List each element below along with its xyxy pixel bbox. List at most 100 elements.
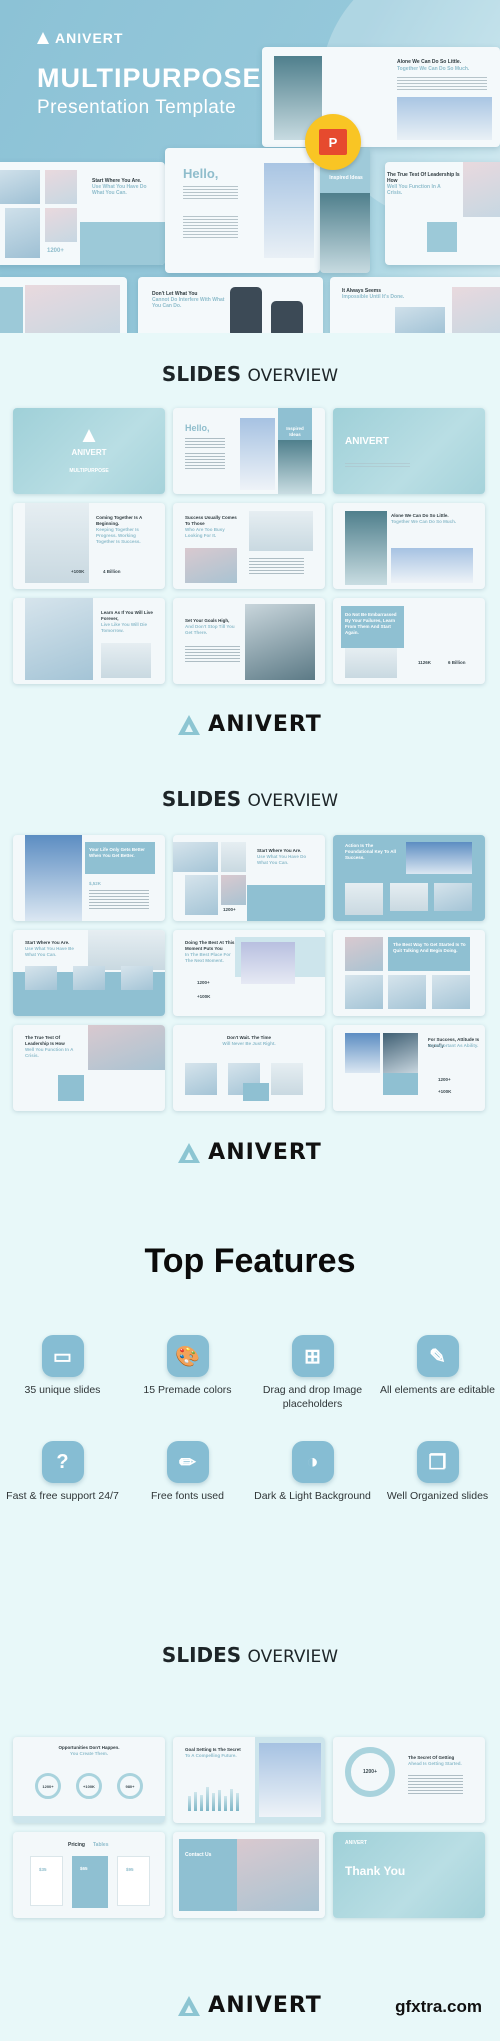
slide-thumbnail[interactable]: Goal Setting Is The Secret To A Compelli… <box>173 1737 325 1823</box>
pricing-card[interactable]: $95 <box>117 1856 150 1906</box>
features-grid: ▭ 35 unique slides 🎨 15 Premade colors ⊞… <box>0 1335 500 1503</box>
phone-mockup <box>230 287 262 333</box>
slide-subtitle: Together We Can Do So Much. <box>391 519 457 524</box>
mockup-image <box>0 170 40 204</box>
slide-thumbnail[interactable]: The Best Way To Get Started Is To Quit T… <box>333 930 485 1016</box>
slide-image <box>25 966 57 990</box>
slide-image <box>345 648 397 678</box>
slide-thumbnail[interactable]: Don't Wait. The Time Will Never Be Just … <box>173 1025 325 1111</box>
slide-thumbnail[interactable]: Start Where You Are. Use What You Have B… <box>13 930 165 1016</box>
hero-title: MULTIPURPOSE <box>37 63 262 93</box>
slide-thumbnail[interactable]: ANIVERT <box>333 408 485 494</box>
feature-item: ❐ Well Organized slides <box>375 1441 500 1503</box>
feature-item: ⊞ Drag and drop Image placeholders <box>250 1335 375 1411</box>
plan-price: $35 <box>39 1867 47 1872</box>
anivert-logo-icon <box>178 1995 201 2016</box>
slide-title: Contact Us <box>185 1852 212 1858</box>
slide-image <box>345 883 383 915</box>
slide-thumbnail[interactable]: Contact Us <box>173 1832 325 1918</box>
pencil-icon: ✏ <box>166 1441 209 1483</box>
slide-thumbnail[interactable]: Hello, Inspired Ideas <box>173 408 325 494</box>
slide-stat: 1200+ <box>223 907 236 912</box>
slide-thumbnail[interactable]: Start Where You Are. Use What You Have D… <box>173 835 325 921</box>
slides-grid-1: ▲ ANIVERT MULTIPURPOSE Hello, Inspired I… <box>13 408 487 684</box>
slide-image <box>101 643 151 678</box>
mockup-slide-leadership: The True Test Of Leadership Is How Well … <box>385 162 500 265</box>
slide-thumbnail[interactable]: Opportunities Don't Happen. You Create T… <box>13 1737 165 1823</box>
slide-thumbnail[interactable]: 1200+ The Secret Of Getting Ahead Is Get… <box>333 1737 485 1823</box>
mockup-subtitle: Cannot Do Interfere With What You Can Do… <box>152 297 225 309</box>
hero-brand: ANIVERT <box>55 30 124 46</box>
slide-image <box>390 883 428 911</box>
slide-text-lines <box>89 890 149 910</box>
mockup-image <box>397 97 492 140</box>
section-heading-1: SLIDES OVERVIEW <box>0 362 500 386</box>
slide-subtitle: Ahead Is Getting Started. <box>408 1761 462 1766</box>
slide-subtitle: Inspired Ideas <box>286 426 304 437</box>
slide-image <box>241 942 295 984</box>
slide-image <box>185 875 218 915</box>
mockup-image <box>452 287 500 333</box>
slide-thumbnail[interactable]: Alone We Can Do So Little. Together We C… <box>333 503 485 589</box>
slide-subtitle: In The Best Place For The Next Moment. <box>185 952 231 963</box>
slide-image <box>185 548 237 583</box>
slide-thumbnail[interactable]: Learn As If You Will Live Forever, Live … <box>13 598 165 684</box>
pricing-card[interactable]: $35 <box>30 1856 63 1906</box>
slide-thumbnail[interactable]: Do Not Be Embarrassed By Your Failures, … <box>333 598 485 684</box>
mockup-image <box>45 170 77 204</box>
slide-title: Pricing <box>68 1842 85 1848</box>
mockup-slide-portrait <box>0 277 127 333</box>
mockup-title: Inspired Ideas <box>329 175 363 181</box>
mockup-title: Alone We Can Do So Little. <box>397 59 462 65</box>
plan-price: $65 <box>80 1866 88 1871</box>
slide-image <box>345 1033 380 1073</box>
slide-text-lines <box>408 1775 463 1795</box>
heading-bold: SLIDES <box>161 362 242 386</box>
pen-tool-icon: ✎ <box>416 1335 459 1377</box>
slide-image <box>391 548 473 583</box>
slide-subtitle: Use What You Have Do What You Can. <box>257 854 307 865</box>
slide-thumbnail[interactable]: For Success, Attitude Is Equally As Impo… <box>333 1025 485 1111</box>
slide-title: The True Test Of Leadership Is How <box>25 1035 65 1046</box>
heading-light: OVERVIEW <box>247 791 339 811</box>
slide-subtitle: Who Are Too Busy Looking For It. <box>185 527 225 538</box>
slide-image <box>173 842 218 872</box>
slide-stat: 6 Billion <box>448 660 466 665</box>
slide-text-lines <box>185 646 240 664</box>
feature-label: 35 unique slides <box>24 1384 101 1396</box>
slide-thumbnail[interactable]: Action Is The Foundational Key To All Su… <box>333 835 485 921</box>
mockup-title: The True Test Of Leadership Is How <box>387 172 460 184</box>
slide-stat: 1126K <box>418 660 432 665</box>
slide-stat: $,52K <box>89 881 102 886</box>
slide-subtitle: Live Like You Will Die Tomorrow. <box>101 622 148 633</box>
slide-thumbnail[interactable]: Coming Together Is A Beginning. Keeping … <box>13 503 165 589</box>
slide-title: Thank You <box>345 1864 406 1878</box>
mockup-image <box>25 285 120 333</box>
mockup-image <box>264 163 314 258</box>
slide-image <box>25 598 93 680</box>
slide-image <box>434 883 472 911</box>
slide-thumbnail[interactable]: ANIVERT Thank You <box>333 1832 485 1918</box>
slide-thumbnail[interactable]: Doing The Best At This Moment Puts You I… <box>173 930 325 1016</box>
mockup-subtitle: Impossible Until It's Done. <box>342 294 405 300</box>
mockup-slide-dont-let: Don't Let What You Cannot Do Interfere W… <box>138 277 323 333</box>
hero-subtitle: Presentation Template <box>37 97 237 118</box>
slide-thumbnail[interactable]: ▲ ANIVERT MULTIPURPOSE <box>13 408 165 494</box>
brand-name: ANIVERT <box>208 1993 322 2018</box>
slide-thumbnail[interactable]: Set Your Goals High, And Don't Stop Till… <box>173 598 325 684</box>
pricing-card-featured[interactable]: $65 <box>72 1856 108 1908</box>
slide-brand: ANIVERT <box>345 1840 367 1846</box>
mockup-text-lines <box>183 216 238 240</box>
slide-thumbnail[interactable]: Pricing Tables $35 $65 $95 <box>13 1832 165 1918</box>
mockup-slide-hello: Hello, <box>165 148 320 273</box>
slide-text-lines <box>249 558 304 576</box>
slide-image <box>345 937 383 971</box>
slide-text-lines <box>185 453 225 471</box>
slide-subtitle: Tables <box>93 1842 109 1848</box>
chart-bar <box>200 1794 203 1811</box>
slides-icon: ▭ <box>41 1335 84 1377</box>
slide-thumbnail[interactable]: Your Life Only Gets Better When You Get … <box>13 835 165 921</box>
slide-thumbnail[interactable]: Success Usually Comes To Those Who Are T… <box>173 503 325 589</box>
slide-thumbnail[interactable]: The True Test Of Leadership Is How Well … <box>13 1025 165 1111</box>
feature-label: Dark & Light Background <box>254 1490 371 1502</box>
